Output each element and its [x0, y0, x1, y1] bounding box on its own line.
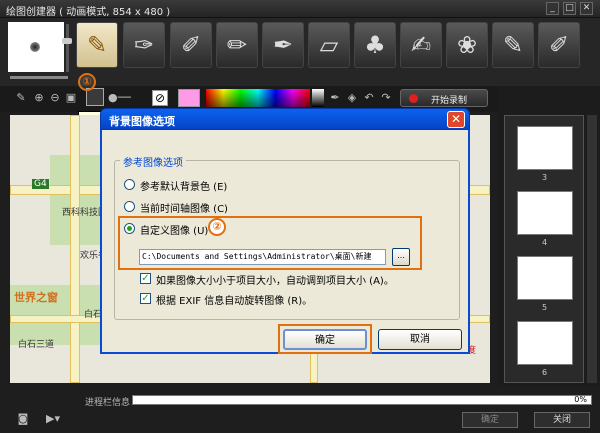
- map-label: 白石三道: [18, 340, 55, 350]
- crayon-tool[interactable]: ✏: [216, 22, 258, 68]
- frame-number: 5: [542, 303, 548, 312]
- group-label: 参考图像选项: [120, 154, 186, 169]
- custom-image-radio[interactable]: [124, 223, 135, 234]
- map-label: G4: [32, 179, 49, 189]
- paintbrush-tool[interactable]: ✎: [76, 22, 118, 68]
- zoom-in-icon[interactable]: ⊕: [32, 91, 46, 105]
- dialog-cancel-button[interactable]: 取消: [378, 329, 462, 350]
- start-recording-button[interactable]: 开始录制: [400, 89, 488, 107]
- brush-size-slider[interactable]: [10, 76, 68, 79]
- canvas-edit-icon[interactable]: ✎: [14, 91, 28, 105]
- auto-resize-checkbox[interactable]: ✓: [140, 273, 151, 284]
- eraser-tool[interactable]: ▱: [308, 22, 350, 68]
- frame-scrollbar[interactable]: [587, 115, 597, 383]
- dialog-close-button[interactable]: ✕: [447, 111, 465, 128]
- frame-number: 6: [542, 368, 548, 377]
- opacity-slider-track[interactable]: [66, 24, 69, 72]
- timeline-image-radio[interactable]: [124, 201, 135, 212]
- close-app-button[interactable]: 关闭: [534, 412, 590, 428]
- pen-tool[interactable]: ✍: [400, 22, 442, 68]
- frame-list: 3 4 5 6: [504, 115, 584, 383]
- no-color-swatch[interactable]: ⊘: [152, 90, 168, 106]
- default-bg-radio[interactable]: [124, 179, 135, 190]
- default-bg-label[interactable]: 参考默认背景色 (E): [140, 178, 227, 193]
- callout-2: ②: [208, 218, 226, 236]
- image-path-input[interactable]: C:\Documents and Settings\Administrator\…: [139, 249, 386, 265]
- maximize-button[interactable]: □: [563, 2, 576, 15]
- frame-thumbnail[interactable]: 5: [517, 256, 573, 312]
- record-label: 开始录制: [431, 96, 468, 106]
- grayscale-bar[interactable]: [312, 89, 324, 107]
- window-title: 绘图创建器 ( 动画模式, 854 x 480 ): [6, 7, 171, 18]
- title-bar: 绘图创建器 ( 动画模式, 854 x 480 ) _ □ ✕: [0, 0, 600, 18]
- frame-thumbnail[interactable]: 3: [517, 126, 573, 182]
- dialog-title-bar: 背景图像选项 ✕: [100, 108, 470, 130]
- brush-dot: [30, 42, 40, 52]
- frame-number: 4: [542, 238, 548, 247]
- marker-tool[interactable]: ✒: [262, 22, 304, 68]
- progress-label: 进程栏信息: [85, 398, 131, 408]
- spray-tool[interactable]: ✑: [123, 22, 165, 68]
- progress-percent: 0%: [574, 395, 587, 404]
- chalk-tool[interactable]: ✐: [170, 22, 212, 68]
- redo-icon[interactable]: ↷: [379, 91, 393, 105]
- video-icon[interactable]: ▶▾: [42, 412, 64, 426]
- browse-button[interactable]: ...: [392, 248, 410, 266]
- auto-resize-label[interactable]: 如果图像大小小于项目大小，自动调到项目大小 (A)。: [156, 272, 394, 287]
- frame-number: 3: [542, 173, 548, 182]
- map-road: [70, 115, 80, 383]
- oil-brush-tool[interactable]: ✐: [538, 22, 580, 68]
- record-icon: [409, 94, 418, 103]
- custom-image-label[interactable]: 自定义图像 (U): [140, 222, 208, 237]
- ok-button-disabled[interactable]: 确定: [462, 412, 518, 428]
- exif-rotate-label[interactable]: 根据 EXIF 信息自动旋转图像 (R)。: [156, 292, 312, 307]
- close-button[interactable]: ✕: [580, 2, 593, 15]
- active-color-swatch[interactable]: [178, 89, 200, 107]
- opacity-slider-thumb[interactable]: [62, 38, 72, 44]
- callout-1: ①: [78, 73, 96, 91]
- stamp-tool[interactable]: ♣: [354, 22, 396, 68]
- frame-thumbnail[interactable]: 6: [517, 321, 573, 377]
- background-image-dialog: 背景图像选项 ✕ 参考图像选项 参考默认背景色 (E) 当前时间轴图像 (C) …: [100, 108, 470, 354]
- eraser-mode-icon[interactable]: ◈: [345, 91, 359, 105]
- flower-stamp-tool[interactable]: ❀: [446, 22, 488, 68]
- exif-rotate-checkbox[interactable]: ✓: [140, 293, 151, 304]
- dialog-title: 背景图像选项: [109, 115, 175, 128]
- timeline-image-label[interactable]: 当前时间轴图像 (C): [140, 200, 228, 215]
- brush-preview: [8, 22, 64, 72]
- dialog-ok-button[interactable]: 确定: [283, 329, 367, 350]
- fit-view-icon[interactable]: ▣: [64, 91, 78, 105]
- frame-thumbnail[interactable]: 4: [517, 191, 573, 247]
- zoom-slider[interactable]: ●──: [108, 91, 148, 105]
- zoom-out-icon[interactable]: ⊖: [48, 91, 62, 105]
- color-spectrum[interactable]: [206, 89, 310, 107]
- minimize-button[interactable]: _: [546, 2, 559, 15]
- camera-icon[interactable]: ◙: [12, 412, 34, 426]
- progress-bar: 0%: [132, 395, 592, 405]
- map-label: 世界之窗: [14, 291, 58, 304]
- undo-icon[interactable]: ↶: [362, 91, 376, 105]
- eyedropper-icon[interactable]: ✒: [328, 91, 342, 105]
- fill-brush-tool[interactable]: ✎: [492, 22, 534, 68]
